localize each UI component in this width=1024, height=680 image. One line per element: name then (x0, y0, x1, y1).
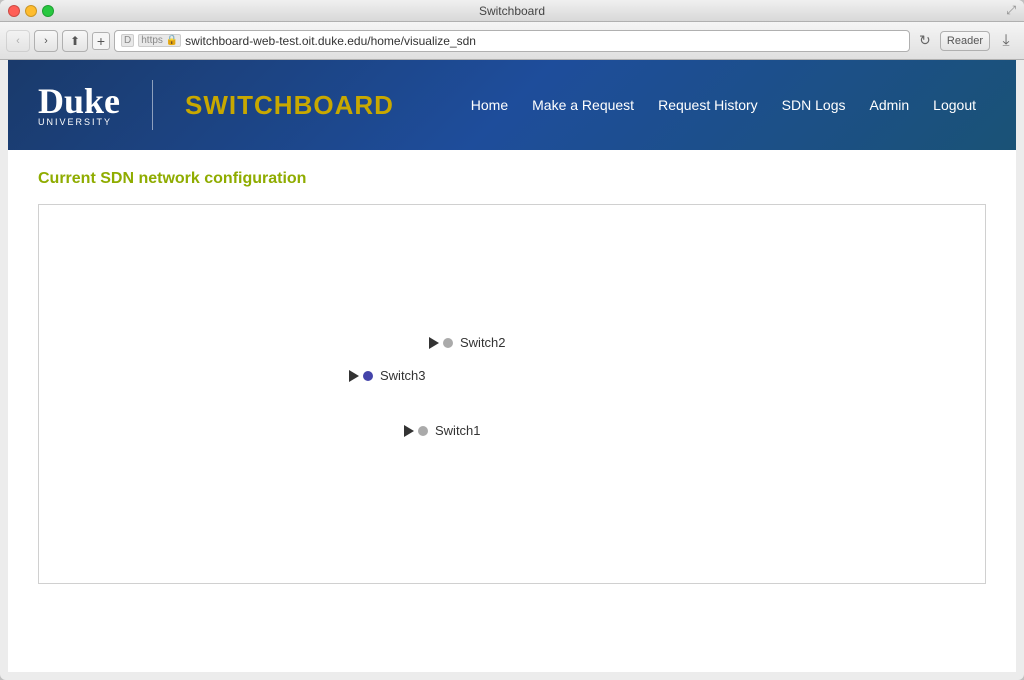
switch-dot (363, 371, 373, 381)
window-controls (8, 5, 54, 17)
minimize-button[interactable] (25, 5, 37, 17)
site-title: SWITCHBOARD (185, 90, 394, 121)
forward-button[interactable]: › (34, 30, 58, 52)
play-icon (404, 425, 414, 437)
resize-icon: ⤢ (1006, 3, 1016, 18)
main-nav: Home Make a Request Request History SDN … (471, 97, 976, 113)
page-content: Duke University SWITCHBOARD Home Make a … (8, 60, 1016, 672)
logo-area: Duke University SWITCHBOARD (38, 80, 394, 130)
share-icon: ⬆ (70, 34, 80, 48)
close-button[interactable] (8, 5, 20, 17)
refresh-icon: ↻ (919, 32, 931, 49)
site-header: Duke University SWITCHBOARD Home Make a … (8, 60, 1016, 150)
reader-button[interactable]: Reader (940, 31, 990, 51)
nav-logout[interactable]: Logout (933, 97, 976, 113)
share-button[interactable]: ⬆ (62, 30, 88, 52)
logo-divider (152, 80, 153, 130)
play-icon (349, 370, 359, 382)
lock-icon: https 🔒 (138, 34, 181, 47)
page-body: Current SDN network configuration Switch… (8, 150, 1016, 604)
url-text: switchboard-web-test.oit.duke.edu/home/v… (185, 34, 903, 48)
play-icon (429, 337, 439, 349)
back-button[interactable]: ‹ (6, 30, 30, 52)
back-icon: ‹ (16, 35, 20, 47)
nav-request-history[interactable]: Request History (658, 97, 758, 113)
switch-dot (443, 338, 453, 348)
duke-university: University (38, 117, 112, 127)
address-bar[interactable]: D https 🔒 switchboard-web-test.oit.duke.… (114, 30, 910, 52)
switch-dot (418, 426, 428, 436)
switch-label: Switch3 (380, 368, 426, 383)
download-icon: ⤓ (1002, 32, 1009, 50)
section-title: Current SDN network configuration (38, 170, 986, 188)
duke-name: Duke (38, 83, 120, 119)
browser-toolbar: ‹ › ⬆ + D https 🔒 switchboard-web-test.o… (0, 22, 1024, 60)
refresh-button[interactable]: ↻ (914, 30, 936, 52)
forward-icon: › (44, 35, 48, 47)
network-diagram: Switch2 Switch3 Switch1 (38, 204, 986, 584)
title-bar: Switchboard ⤢ (0, 0, 1024, 22)
nav-make-request[interactable]: Make a Request (532, 97, 634, 113)
duke-logo: Duke University (38, 83, 120, 127)
browser-window: Switchboard ⤢ ‹ › ⬆ + D https 🔒 switchbo… (0, 0, 1024, 680)
switch-label: Switch2 (460, 335, 506, 350)
plus-icon: + (97, 33, 105, 49)
nav-home[interactable]: Home (471, 97, 508, 113)
switch-node-switch1[interactable]: Switch1 (404, 423, 481, 438)
switch-node-switch3[interactable]: Switch3 (349, 368, 426, 383)
download-button[interactable]: ⤓ (994, 30, 1018, 52)
nav-admin[interactable]: Admin (869, 97, 909, 113)
switch-node-switch2[interactable]: Switch2 (429, 335, 506, 350)
reader-label: Reader (947, 35, 983, 47)
switch-label: Switch1 (435, 423, 481, 438)
nav-sdn-logs[interactable]: SDN Logs (782, 97, 846, 113)
https-icon: D (121, 34, 134, 47)
new-tab-button[interactable]: + (92, 32, 110, 50)
window-title: Switchboard (479, 4, 545, 18)
maximize-button[interactable] (42, 5, 54, 17)
